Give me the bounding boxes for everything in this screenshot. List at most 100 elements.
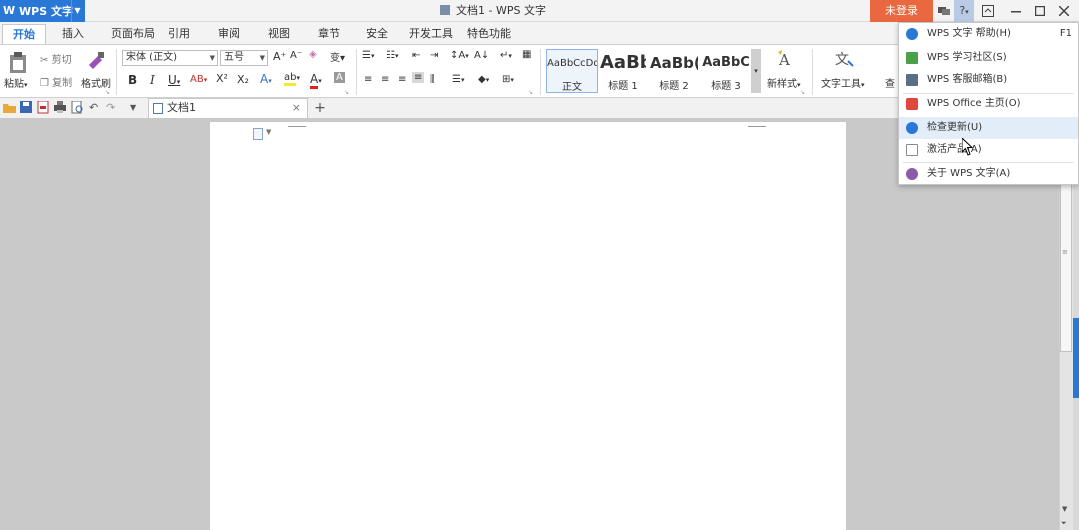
bold-icon[interactable]: B	[128, 73, 137, 87]
restore-ribbon-icon[interactable]	[978, 0, 998, 22]
char-shading-icon[interactable]: A	[334, 72, 345, 83]
mouse-cursor-icon	[962, 138, 974, 156]
border-icon[interactable]: ⊞▾	[502, 74, 514, 85]
tab-references[interactable]: 引用	[160, 24, 198, 44]
open-folder-icon[interactable]	[3, 101, 16, 114]
bullet-list-icon[interactable]: ☰▾	[362, 50, 374, 61]
tab-section[interactable]: 章节	[310, 24, 348, 44]
tab-insert[interactable]: 插入	[52, 24, 94, 44]
italic-icon[interactable]: I	[150, 73, 155, 87]
print-icon[interactable]	[54, 101, 67, 114]
clear-format-icon[interactable]: ◈	[309, 49, 317, 60]
tab-view[interactable]: 视图	[260, 24, 298, 44]
help-button[interactable]: ?▾	[954, 0, 974, 22]
find-replace-label[interactable]: 查	[885, 75, 895, 90]
export-pdf-icon[interactable]	[37, 101, 50, 114]
tab-page-layout[interactable]: 页面布局	[100, 24, 166, 44]
menu-item-check-update[interactable]: 检查更新(U)	[899, 117, 1078, 139]
chat-icon[interactable]	[934, 0, 954, 22]
align-left-icon[interactable]: ≡	[364, 74, 372, 85]
style-normal[interactable]: AaBbCcDd 正文	[546, 49, 598, 93]
strikethrough-icon[interactable]: AB▾	[190, 74, 207, 85]
text-tools-icon[interactable]: 文	[834, 49, 854, 72]
highlight-icon[interactable]: ab▾	[284, 72, 300, 86]
scroll-down-icon[interactable]: ▼	[1062, 505, 1067, 513]
numbered-list-icon[interactable]: ☷▾	[386, 50, 398, 61]
tab-review[interactable]: 审阅	[210, 24, 248, 44]
print-preview-icon[interactable]	[71, 101, 84, 114]
document-icon	[153, 103, 163, 114]
font-size-select[interactable]: 五号 ▼	[220, 50, 268, 66]
font-color-icon[interactable]: A▾	[310, 72, 322, 89]
line-spacing-icon[interactable]: ↕A▾	[450, 50, 469, 61]
new-style-label[interactable]: 新样式▾	[767, 75, 801, 90]
font-launcher[interactable]: ↘	[344, 89, 349, 96]
menu-item-learning-community[interactable]: WPS 学习社区(S)	[899, 47, 1078, 69]
app-menu-button[interactable]: W WPS 文字 ▼	[0, 0, 85, 22]
menu-item-homepage[interactable]: WPS Office 主页(O)	[899, 93, 1078, 115]
phonetic-icon[interactable]: 变▾	[330, 49, 345, 64]
paragraph-spacing-icon[interactable]: ☰▾	[452, 74, 464, 85]
document-page[interactable]	[210, 122, 846, 530]
grow-font-icon[interactable]: A⁺	[273, 50, 286, 63]
align-center-icon[interactable]: ≡	[381, 74, 389, 85]
minimize-button[interactable]	[1006, 0, 1026, 22]
customize-toolbar-icon[interactable]: ▼	[130, 101, 143, 114]
style-heading-3[interactable]: AaBbC 标题 3	[702, 49, 750, 93]
maximize-button[interactable]	[1030, 0, 1050, 22]
superscript-icon[interactable]: X²	[216, 72, 228, 85]
subscript-icon[interactable]: X₂	[237, 73, 249, 86]
style-heading-1[interactable]: AaBb 标题 1	[600, 49, 646, 93]
tab-developer[interactable]: 开发工具	[404, 24, 458, 44]
side-panel-toggle[interactable]	[1073, 318, 1079, 398]
style-heading-2[interactable]: AaBb( 标题 2	[650, 49, 698, 93]
paragraph-layout-icon[interactable]	[253, 128, 263, 140]
next-page-icon[interactable]: ⏷	[1061, 519, 1067, 528]
decrease-indent-icon[interactable]: ⇤	[412, 50, 420, 61]
format-painter-label[interactable]: 格式刷	[81, 75, 111, 90]
save-icon[interactable]	[20, 101, 33, 114]
tab-security[interactable]: 安全	[358, 24, 396, 44]
styles-more-button[interactable]: ▾	[751, 49, 761, 93]
increase-indent-icon[interactable]: ⇥	[430, 50, 438, 61]
chevron-down-icon[interactable]: ▼	[71, 0, 83, 22]
justify-icon[interactable]: ≡	[412, 72, 425, 83]
text-tools-label[interactable]: 文字工具▾	[821, 75, 865, 90]
margin-corner-top-left	[288, 126, 306, 127]
login-button[interactable]: 未登录	[870, 0, 933, 22]
clipboard-launcher[interactable]: ↘	[105, 89, 110, 96]
paste-button[interactable]	[8, 51, 28, 78]
paste-label[interactable]: 粘贴▾	[4, 75, 28, 90]
menu-item-about[interactable]: 关于 WPS 文字(A)	[899, 163, 1078, 185]
underline-icon[interactable]: U▾	[168, 73, 180, 87]
tab-special[interactable]: 特色功能	[462, 24, 516, 44]
new-tab-button[interactable]: +	[313, 98, 327, 118]
table-icon[interactable]: ▦	[522, 49, 531, 60]
menu-item-help[interactable]: WPS 文字 帮助(H) F1	[899, 23, 1078, 45]
format-painter-icon[interactable]	[86, 51, 106, 72]
document-tab[interactable]: 文档1 ×	[148, 98, 308, 118]
close-button[interactable]	[1054, 0, 1074, 22]
menu-item-activate[interactable]: 激活产品(A)	[899, 139, 1078, 161]
shading-icon[interactable]: ◆▾	[478, 74, 489, 85]
paragraph-mark-icon[interactable]: ↵▾	[500, 50, 512, 61]
text-effect-icon[interactable]: A▾	[260, 72, 272, 86]
redo-icon[interactable]: ↷	[106, 101, 119, 114]
menu-item-support-email[interactable]: WPS 客服邮箱(B)	[899, 69, 1078, 91]
align-right-icon[interactable]: ≡	[398, 74, 406, 85]
undo-icon[interactable]: ↶	[89, 101, 102, 114]
help-icon	[906, 28, 918, 40]
chevron-down-icon[interactable]: ▼	[266, 128, 271, 136]
wps-logo-icon	[906, 98, 918, 110]
tab-home[interactable]: 开始	[2, 24, 46, 44]
sort-icon[interactable]: A↓	[474, 50, 489, 61]
copy-button[interactable]: ❐ 复制	[40, 74, 72, 89]
styles-launcher[interactable]: ↘	[800, 89, 805, 96]
distributed-icon[interactable]: ⫼	[430, 74, 435, 85]
paragraph-launcher[interactable]: ↘	[528, 89, 533, 96]
close-tab-icon[interactable]: ×	[292, 99, 301, 117]
shrink-font-icon[interactable]: A⁻	[290, 50, 302, 61]
font-name-select[interactable]: 宋体 (正文) ▼	[122, 50, 218, 66]
cut-button[interactable]: ✂ 剪切	[40, 51, 72, 66]
new-style-icon[interactable]: A	[776, 49, 796, 72]
